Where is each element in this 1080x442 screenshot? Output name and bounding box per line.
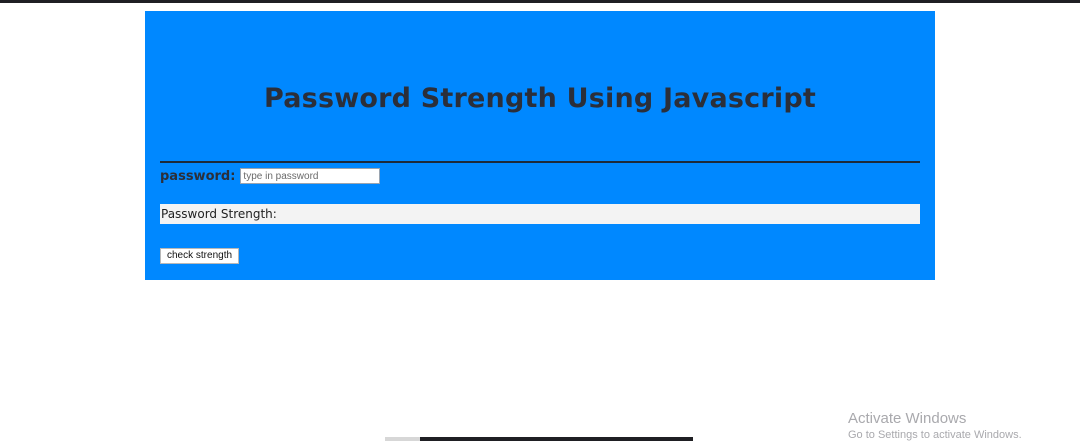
taskbar-strip-highlight bbox=[385, 437, 420, 441]
strength-label: Password Strength: bbox=[161, 207, 277, 221]
divider bbox=[160, 161, 920, 163]
watermark-subtitle: Go to Settings to activate Windows. bbox=[848, 429, 1022, 441]
password-strength-panel: Password Strength Using Javascript passw… bbox=[145, 11, 935, 280]
password-label: password: bbox=[160, 168, 236, 184]
strength-output: Password Strength: bbox=[160, 204, 920, 224]
password-row: password: bbox=[160, 168, 381, 184]
page-title: Password Strength Using Javascript bbox=[264, 83, 816, 114]
watermark-title: Activate Windows bbox=[848, 410, 967, 427]
password-input[interactable] bbox=[240, 168, 381, 184]
check-strength-button[interactable]: check strength bbox=[160, 248, 240, 264]
taskbar-strip bbox=[385, 437, 693, 441]
activate-windows-watermark: Activate Windows Go to Settings to activ… bbox=[848, 410, 1022, 442]
window-top-bar bbox=[0, 0, 1080, 3]
